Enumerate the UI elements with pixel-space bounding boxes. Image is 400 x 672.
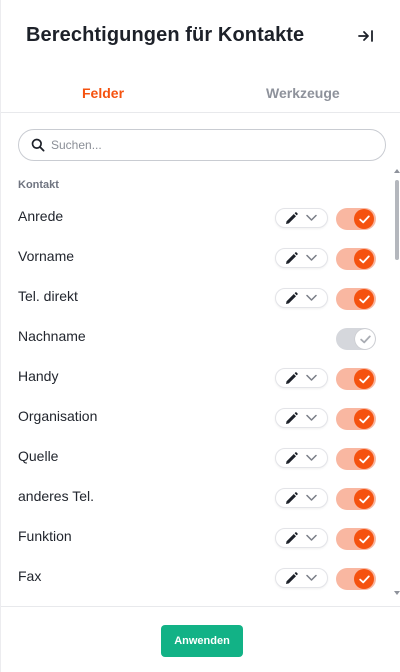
chevron-down-icon [306, 414, 317, 421]
edit-permission-dropdown[interactable] [275, 288, 328, 308]
field-row: Funktion [1, 518, 393, 558]
collapse-right-icon [358, 30, 373, 42]
field-visibility-toggle[interactable] [336, 408, 376, 430]
checkmark-icon [359, 335, 371, 343]
checkmark-icon [358, 215, 370, 223]
field-label: Funktion [18, 528, 72, 544]
toggle-knob [354, 409, 374, 429]
scrollbar[interactable] [393, 168, 400, 598]
checkmark-icon [358, 535, 370, 543]
toggle-knob [354, 289, 374, 309]
checkmark-icon [358, 375, 370, 383]
field-label: Fax [18, 568, 42, 584]
chevron-down-icon [306, 454, 317, 461]
field-row: Handy [1, 358, 393, 398]
field-label: Nachname [18, 328, 86, 344]
checkmark-icon [358, 415, 370, 423]
scroll-up-arrow-icon[interactable] [394, 168, 400, 174]
checkmark-icon [358, 575, 370, 583]
panel-title: Berechtigungen für Kontakte [26, 24, 305, 46]
chevron-down-icon [306, 214, 317, 221]
edit-permission-dropdown[interactable] [275, 368, 328, 388]
field-visibility-toggle[interactable] [336, 288, 376, 310]
chevron-down-icon [306, 534, 317, 541]
edit-permission-dropdown[interactable] [275, 488, 328, 508]
tab-werkzeuge[interactable]: Werkzeuge [266, 85, 340, 101]
field-label: anderes Tel. [18, 488, 95, 504]
field-row: Quelle [1, 438, 393, 478]
pencil-icon [286, 212, 298, 224]
field-visibility-toggle[interactable] [336, 528, 376, 550]
edit-permission-dropdown[interactable] [275, 528, 328, 548]
field-list: Anrede Vorname Tel. direkt Nachname Handy Org… [1, 198, 393, 602]
search-icon [31, 138, 45, 152]
field-row: Vorname [1, 238, 393, 278]
pencil-icon [286, 372, 298, 384]
search-box [18, 129, 386, 161]
field-visibility-toggle[interactable] [336, 368, 376, 390]
toggle-knob [354, 449, 374, 469]
toggle-knob [354, 529, 374, 549]
scroll-down-arrow-icon[interactable] [394, 590, 400, 596]
toggle-knob [354, 489, 374, 509]
toggle-knob [354, 209, 374, 229]
edit-permission-dropdown[interactable] [275, 408, 328, 428]
field-visibility-toggle[interactable] [336, 248, 376, 270]
field-row: anderes Tel. [1, 478, 393, 518]
field-row: Anrede [1, 198, 393, 238]
field-row: Organisation [1, 398, 393, 438]
checkmark-icon [358, 255, 370, 263]
panel-footer: Anwenden [1, 606, 400, 672]
field-label: Quelle [18, 448, 59, 464]
apply-button[interactable]: Anwenden [161, 625, 243, 657]
panel-header: Berechtigungen für Kontakte [1, 0, 400, 72]
field-visibility-toggle[interactable] [336, 328, 376, 350]
permissions-panel: Berechtigungen für Kontakte Felder Werkz… [0, 0, 400, 672]
collapse-panel-button[interactable] [353, 24, 379, 48]
pencil-icon [286, 252, 298, 264]
scrollbar-thumb[interactable] [395, 180, 399, 260]
pencil-icon [286, 532, 298, 544]
pencil-icon [286, 452, 298, 464]
toggle-knob [355, 329, 375, 349]
checkmark-icon [358, 455, 370, 463]
field-row: Nachname [1, 318, 393, 358]
search-input[interactable] [51, 130, 371, 160]
edit-permission-dropdown[interactable] [275, 448, 328, 468]
pencil-icon [286, 492, 298, 504]
field-visibility-toggle[interactable] [336, 208, 376, 230]
checkmark-icon [358, 495, 370, 503]
field-visibility-toggle[interactable] [336, 568, 376, 590]
field-label: Tel. direkt [18, 288, 78, 304]
field-label: Anrede [18, 208, 64, 224]
tab-felder[interactable]: Felder [82, 85, 124, 101]
edit-permission-dropdown[interactable] [275, 568, 328, 588]
section-label-kontakt: Kontakt [18, 179, 59, 191]
pencil-icon [286, 572, 298, 584]
field-visibility-toggle[interactable] [336, 448, 376, 470]
field-visibility-toggle[interactable] [336, 488, 376, 510]
field-row: Tel. direkt [1, 278, 393, 318]
pencil-icon [286, 412, 298, 424]
toggle-knob [354, 369, 374, 389]
chevron-down-icon [306, 494, 317, 501]
edit-permission-dropdown[interactable] [275, 208, 328, 228]
field-label: Vorname [18, 248, 75, 264]
field-label: Organisation [18, 408, 98, 424]
tab-bar: Felder Werkzeuge [1, 72, 400, 113]
field-row: Fax [1, 558, 393, 598]
chevron-down-icon [306, 574, 317, 581]
toggle-knob [354, 569, 374, 589]
edit-permission-dropdown[interactable] [275, 248, 328, 268]
pencil-icon [286, 292, 298, 304]
field-label: Handy [18, 368, 59, 384]
chevron-down-icon [306, 294, 317, 301]
chevron-down-icon [306, 254, 317, 261]
checkmark-icon [358, 295, 370, 303]
chevron-down-icon [306, 374, 317, 381]
toggle-knob [354, 249, 374, 269]
